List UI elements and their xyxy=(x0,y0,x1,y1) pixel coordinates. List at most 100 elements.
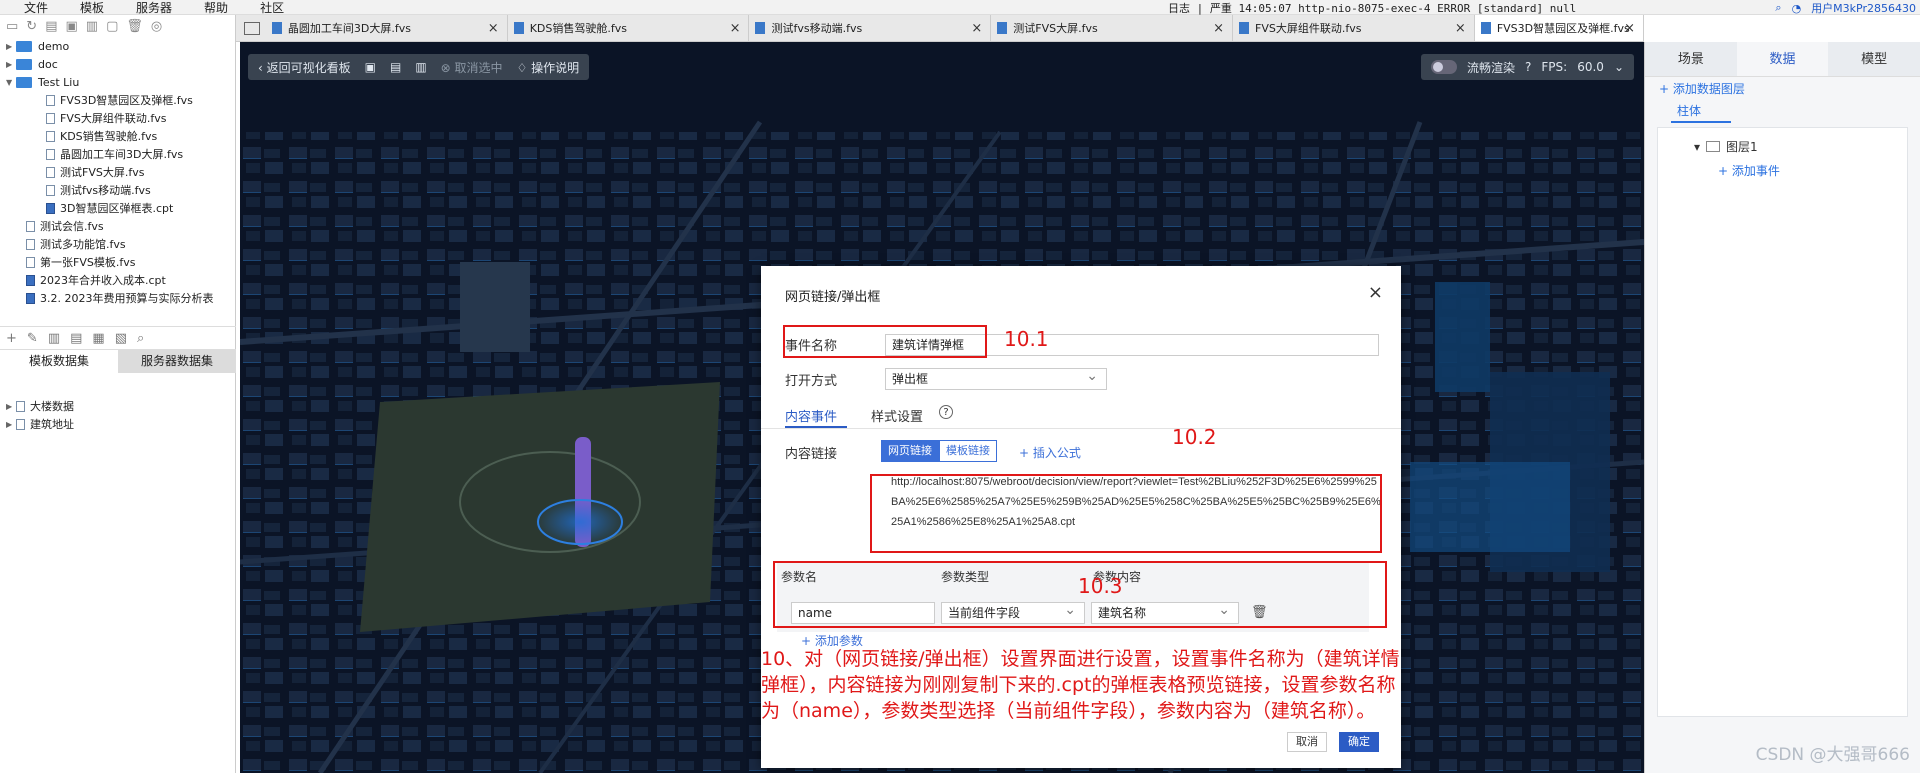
tree-file[interactable]: FVS大屏组件联动.fvs xyxy=(0,109,235,127)
chevron-down-icon[interactable]: ⌄ xyxy=(1614,60,1624,74)
tree-file[interactable]: 测试多功能馆.fvs xyxy=(0,235,235,253)
folder-icon xyxy=(1706,141,1721,152)
tree-file[interactable]: 2023年合并收入成本.cpt xyxy=(0,271,235,289)
canvas-toolbar: ‹ 返回可视化看板 ▣ ▤ ▥ ⊗ 取消选中 ♢ 操作说明 xyxy=(248,54,590,80)
dataset-label: 建筑地址 xyxy=(30,418,74,431)
tab-file[interactable]: FVS大屏组件联动.fvs × xyxy=(1233,15,1475,41)
template-toolbar: ▭ ↻ ▤ ▣ ▥ ▢ 🗑 ◎ xyxy=(0,15,235,37)
close-icon[interactable]: × xyxy=(730,21,741,36)
cancel-button[interactable]: 取消 xyxy=(1287,732,1327,752)
edit-icon[interactable]: ▤ xyxy=(45,19,57,34)
menu-help[interactable]: 帮助 xyxy=(204,0,228,16)
add-data-layer-link[interactable]: + 添加数据图层 xyxy=(1645,77,1920,101)
tab-file[interactable]: KDS销售驾驶舱.fvs × xyxy=(508,15,750,41)
tab-scene[interactable]: 场景 xyxy=(1645,42,1737,76)
dataset-item[interactable]: ▶ 大楼数据 xyxy=(0,397,236,415)
tree-file[interactable]: 测试fvs移动端.fvs xyxy=(0,181,235,199)
render-toggle[interactable] xyxy=(1431,60,1458,74)
caret-right-icon[interactable]: ▶ xyxy=(6,60,16,69)
paste-icon[interactable]: ▥ xyxy=(415,60,426,74)
tab-style-settings[interactable]: 样式设置 xyxy=(871,406,923,425)
db-icon[interactable]: ▧ xyxy=(115,331,127,346)
user-name[interactable]: 用户M3kPr2856430 xyxy=(1811,0,1916,16)
close-icon[interactable]: × xyxy=(1368,282,1383,303)
template-link-option[interactable]: 模板链接 xyxy=(939,440,997,462)
fps-select[interactable]: 60.0 xyxy=(1577,60,1604,74)
search-icon[interactable]: ⌕ xyxy=(1775,1,1781,15)
search-dataset-icon[interactable]: ⌕ xyxy=(137,331,144,346)
tab-server-dataset[interactable]: 服务器数据集 xyxy=(118,350,236,373)
tree-label: 3.2. 2023年费用预算与实际分析表 xyxy=(40,292,214,305)
caret-right-icon[interactable]: ▶ xyxy=(6,420,16,429)
delete-icon[interactable]: ▥ xyxy=(86,19,98,34)
tab-data[interactable]: 数据 xyxy=(1736,42,1829,76)
back-button[interactable]: ‹ 返回可视化看板 xyxy=(258,59,351,76)
add-dataset-icon[interactable]: + xyxy=(6,331,17,346)
tree-folder[interactable]: ▶ doc xyxy=(0,55,235,73)
caret-down-icon[interactable]: ▼ xyxy=(6,78,16,87)
tree-file[interactable]: 测试FVS大屏.fvs xyxy=(0,163,235,181)
deselect-button[interactable]: ⊗ 取消选中 xyxy=(441,59,503,76)
delete-dataset-icon[interactable]: ▥ xyxy=(48,331,60,346)
caret-right-icon[interactable]: ▶ xyxy=(6,402,16,411)
caret-right-icon[interactable]: ▶ xyxy=(6,42,16,51)
menu-file[interactable]: 文件 xyxy=(24,0,48,16)
add-event-link[interactable]: + 添加事件 xyxy=(1658,159,1907,183)
new-folder-icon[interactable]: ▭ xyxy=(6,19,18,34)
dialog-title: 网页链接/弹出框 xyxy=(785,290,881,305)
menu-community[interactable]: 社区 xyxy=(260,0,284,16)
tab-model[interactable]: 模型 xyxy=(1828,42,1920,76)
log-status[interactable]: 日志 | 严重 14:05:07 http-nio-8075-exec-4 ER… xyxy=(1168,0,1576,16)
file-icon xyxy=(1239,22,1250,34)
tree-label: doc xyxy=(38,57,58,71)
preview-icon[interactable]: ▤ xyxy=(70,331,82,346)
tab-template-dataset[interactable]: 模板数据集 xyxy=(0,350,118,373)
tab-column[interactable]: 柱体 xyxy=(1671,101,1731,123)
close-icon[interactable]: × xyxy=(1455,21,1466,36)
refresh-icon[interactable]: ↻ xyxy=(26,19,37,34)
close-icon[interactable]: × xyxy=(971,21,982,36)
tab-file[interactable]: 晶圆加工车间3D大屏.fvs × xyxy=(266,15,508,41)
tab-label: 晶圆加工车间3D大屏.fvs xyxy=(287,22,411,35)
menu-template[interactable]: 模板 xyxy=(80,0,104,16)
tree-file[interactable]: 晶圆加工车间3D大屏.fvs xyxy=(0,145,235,163)
layer-item[interactable]: ▾ 图层1 xyxy=(1658,128,1907,155)
tree-file[interactable]: 3.2. 2023年费用预算与实际分析表 xyxy=(0,289,235,307)
help-button[interactable]: ♢ 操作说明 xyxy=(517,59,580,76)
caret-down-icon[interactable]: ▾ xyxy=(1694,140,1700,154)
edit-dataset-icon[interactable]: ✎ xyxy=(27,331,38,346)
tree-file[interactable]: 3D智慧园区弹框表.cpt xyxy=(0,199,235,217)
locate-icon[interactable]: ◎ xyxy=(151,19,162,34)
dataset-item[interactable]: ▶ 建筑地址 xyxy=(0,415,236,433)
tree-file[interactable]: KDS销售驾驶舱.fvs xyxy=(0,127,235,145)
copy-icon[interactable]: ▤ xyxy=(390,60,401,74)
insert-formula-link[interactable]: + 插入公式 xyxy=(1019,444,1081,461)
layout-icon[interactable]: ▣ xyxy=(365,60,376,74)
close-icon[interactable]: × xyxy=(1213,21,1224,36)
open-mode-select[interactable]: 弹出框 xyxy=(885,368,1107,390)
tree-file[interactable]: FVS3D智慧园区及弹框.fvs xyxy=(0,91,235,109)
tree-file[interactable]: 测试会信.fvs xyxy=(0,217,235,235)
tab-file[interactable]: 测试fvs移动端.fvs × xyxy=(749,15,992,41)
rename-icon[interactable]: ▢ xyxy=(106,19,118,34)
close-icon[interactable]: × xyxy=(488,21,499,36)
screen-icon[interactable] xyxy=(244,22,260,35)
confirm-button[interactable]: 确定 xyxy=(1339,732,1379,752)
notification-icon[interactable]: ◔ xyxy=(1792,2,1802,15)
menu-server[interactable]: 服务器 xyxy=(136,0,172,16)
tree-folder[interactable]: ▶ demo xyxy=(0,37,235,55)
tab-file[interactable]: 测试FVS大屏.fvs × xyxy=(991,15,1234,41)
trash-icon[interactable]: 🗑 xyxy=(126,19,143,34)
copy-icon[interactable]: ▣ xyxy=(66,19,78,34)
close-icon[interactable]: × xyxy=(1624,21,1635,36)
table-icon[interactable]: ▦ xyxy=(92,331,104,346)
question-icon[interactable]: ? xyxy=(1525,60,1531,74)
file-icon xyxy=(513,22,524,34)
tab-content-event[interactable]: 内容事件 xyxy=(785,406,837,425)
template-tree: ▶ demo ▶ doc ▼ Test Liu FVS3D智慧园区及弹框.fvs FV… xyxy=(0,37,235,307)
tab-file-active[interactable]: FVS3D智慧园区及弹框.fvs × xyxy=(1474,15,1644,41)
help-icon[interactable]: ? xyxy=(939,405,953,419)
web-link-option[interactable]: 网页链接 xyxy=(881,440,939,462)
tree-folder[interactable]: ▼ Test Liu xyxy=(0,73,235,91)
tree-file[interactable]: 第一张FVS模板.fvs xyxy=(0,253,235,271)
